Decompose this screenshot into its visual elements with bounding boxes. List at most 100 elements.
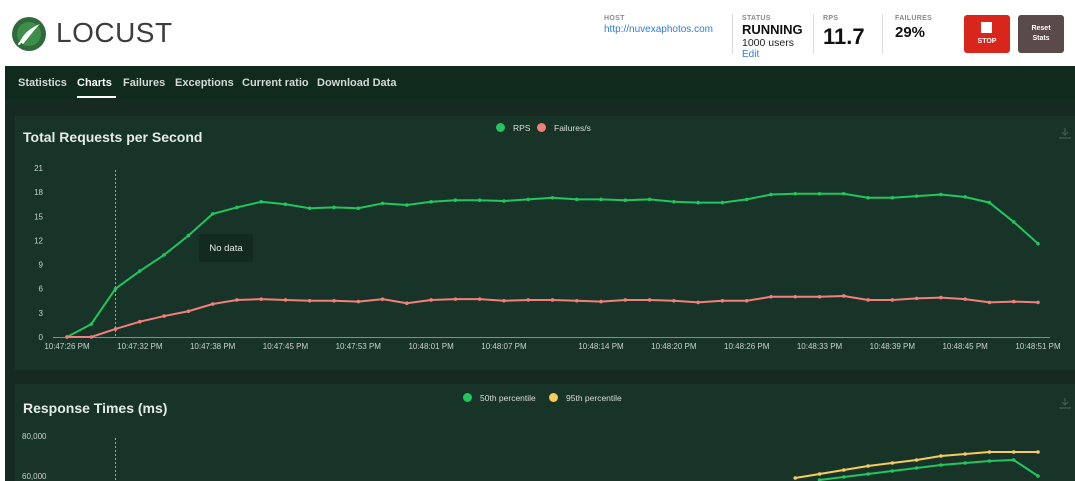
data-point — [210, 302, 215, 306]
data-point — [890, 469, 895, 473]
series-line — [67, 294, 1039, 338]
tab-failures[interactable]: Failures — [123, 77, 165, 89]
data-point — [574, 298, 579, 303]
data-point — [623, 198, 628, 202]
data-point — [429, 298, 433, 302]
status-label: STATUS — [742, 15, 771, 22]
data-point — [1036, 241, 1040, 246]
data-point — [1011, 458, 1016, 462]
data-point — [186, 309, 191, 314]
series-line — [819, 458, 1039, 481]
data-point — [283, 202, 288, 207]
data-point — [842, 191, 846, 196]
stop-icon — [981, 22, 992, 33]
tab-statistics[interactable]: Statistics — [18, 77, 67, 89]
data-point — [186, 233, 191, 238]
data-point — [405, 301, 409, 305]
logo-text: LOCUST — [56, 17, 173, 48]
stop-label: STOP — [977, 38, 997, 45]
y-tick-label: 6 — [39, 285, 44, 294]
data-point — [817, 472, 822, 476]
header: LOCUST HOST http://nuvexaphotos.com STAT… — [5, 0, 1075, 66]
data-point — [866, 195, 870, 200]
data-point — [939, 463, 943, 467]
data-point — [890, 195, 895, 200]
host-link[interactable]: http://nuvexaphotos.com — [604, 24, 713, 35]
x-tick-label: 10:47:26 PM — [44, 342, 90, 351]
locust-logo-icon — [12, 17, 46, 51]
data-point — [162, 314, 166, 318]
data-point — [842, 294, 846, 298]
data-point — [259, 297, 263, 301]
data-point — [890, 298, 895, 302]
data-point — [817, 294, 822, 299]
data-point — [307, 206, 312, 211]
tab-current-ratio[interactable]: Current ratio — [242, 77, 309, 89]
data-point — [89, 335, 94, 339]
data-point — [1036, 474, 1040, 478]
stats-label: Stats — [1032, 35, 1050, 42]
data-point — [550, 298, 555, 302]
divider — [732, 14, 733, 54]
data-point — [817, 191, 822, 196]
data-point — [89, 322, 94, 326]
data-point — [744, 197, 749, 202]
data-point — [890, 461, 895, 465]
data-point — [647, 298, 652, 302]
data-point — [1036, 450, 1040, 454]
response-time-line-chart: 80,000 60,000 — [22, 432, 1040, 481]
data-point — [574, 197, 579, 202]
divider — [882, 14, 883, 54]
divider — [813, 14, 814, 54]
data-point — [696, 300, 700, 305]
tab-bar: Statistics Charts Failures Exceptions Cu… — [5, 66, 1075, 99]
data-point — [842, 468, 846, 472]
failures-label: FAILURES — [895, 15, 933, 22]
data-point — [939, 295, 943, 300]
y-tick-label: 60,000 — [22, 472, 47, 481]
x-tick-label: 10:48:20 PM — [651, 342, 697, 351]
data-point — [793, 191, 798, 196]
data-point — [963, 297, 967, 301]
data-point — [210, 212, 215, 216]
data-point — [793, 476, 798, 480]
data-point — [939, 192, 943, 197]
active-tab-indicator — [77, 96, 116, 98]
data-point — [696, 200, 700, 205]
data-point — [453, 297, 458, 301]
tooltip-text: No data — [209, 243, 243, 254]
data-point — [477, 198, 482, 202]
x-tick-label: 10:47:53 PM — [336, 342, 382, 351]
x-tick-label: 10:47:32 PM — [117, 342, 163, 351]
data-point — [599, 299, 603, 304]
data-point — [914, 466, 919, 470]
rps-line-chart: 0 3 6 9 12 15 18 21 10:47:26 PM 10:47:32 PM 10:47:… — [34, 164, 1061, 351]
data-point — [138, 269, 142, 273]
status-value: RUNNING — [742, 22, 803, 37]
data-point — [65, 335, 69, 339]
y-tick-label: 18 — [34, 188, 43, 197]
data-point — [138, 319, 142, 324]
charts-area: Total Requests per Second RPS Failures/s… — [5, 99, 1075, 481]
data-point — [526, 197, 531, 202]
data-point — [599, 197, 603, 202]
data-point — [1011, 299, 1016, 304]
data-point — [987, 459, 992, 463]
reset-stats-button[interactable]: Reset Stats — [1018, 15, 1064, 53]
data-point — [720, 298, 725, 303]
data-point — [162, 253, 166, 257]
stop-button[interactable]: STOP — [964, 15, 1010, 53]
tab-download-data[interactable]: Download Data — [317, 77, 396, 89]
tab-exceptions[interactable]: Exceptions — [175, 77, 234, 89]
edit-link[interactable]: Edit — [742, 49, 759, 60]
data-point — [939, 454, 943, 458]
data-point — [720, 200, 725, 205]
rps-value: 11.7 — [823, 24, 865, 49]
data-point — [866, 472, 870, 476]
data-point — [1011, 220, 1016, 224]
tab-charts[interactable]: Charts — [77, 77, 112, 89]
x-tick-label: 10:48:07 PM — [481, 342, 527, 351]
data-point — [866, 298, 870, 302]
x-tick-label: 10:48:39 PM — [870, 342, 916, 351]
data-point — [477, 297, 482, 301]
